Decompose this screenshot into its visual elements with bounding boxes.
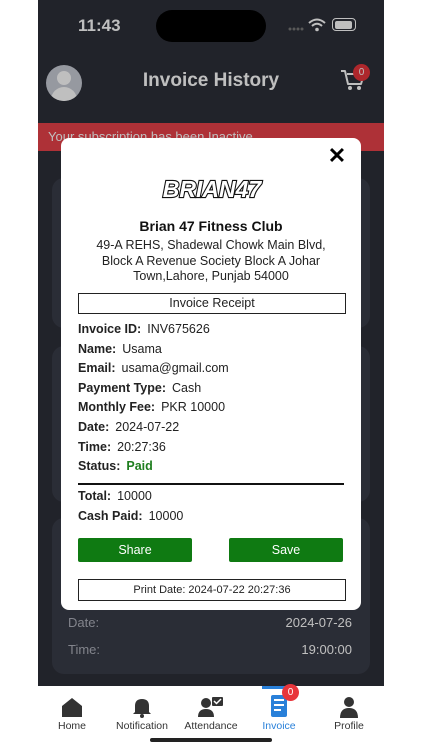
tab-profile[interactable]: Profile [316,690,382,732]
invoice-tab-badge: 0 [282,684,299,701]
invoice-id-row: Invoice ID: INV675626 [78,322,210,336]
print-date: Print Date: 2024-07-22 20:27:36 [78,579,346,601]
monthly-fee-row: Monthly Fee: PKR 10000 [78,400,226,414]
profile-icon [340,697,358,718]
brand-logo: BRIAN47 [162,176,264,202]
attendance-icon [198,697,223,717]
tab-invoice[interactable]: Invoice [246,690,312,732]
tab-attendance[interactable]: Attendance [178,690,244,732]
email-row: Email: usama@gmail.com [78,361,229,375]
tab-home[interactable]: Home [39,690,105,732]
app-screen: 11:43 Invoice History 0 Your subscriptio… [38,0,384,750]
divider [78,483,344,485]
total-row: Total: 10000 [78,489,152,503]
tab-notification[interactable]: Notification [109,690,175,732]
receipt-title: Invoice Receipt [78,293,346,314]
payment-type-row: Payment Type: Cash [78,381,202,395]
date-row: Date: 2024-07-22 [78,420,180,434]
share-button[interactable]: Share [78,538,192,562]
home-icon [62,698,82,717]
save-button[interactable]: Save [229,538,343,562]
home-indicator[interactable] [150,738,272,742]
club-address: 49-A REHS, Shadewal Chowk Main Blvd, Blo… [96,238,326,283]
club-name: Brian 47 Fitness Club [139,218,283,234]
name-row: Name: Usama [78,342,162,356]
status-badge: Paid [126,459,153,473]
time-row: Time: 20:27:36 [78,440,166,454]
close-icon[interactable]: ✕ [327,145,347,167]
bell-icon [133,699,151,718]
svg-text:BRIAN47: BRIAN47 [163,176,263,202]
cash-paid-row: Cash Paid: 10000 [78,509,184,523]
invoice-receipt-modal: ✕ BRIAN47 Brian 47 Fitness Club 49-A REH… [61,138,361,610]
status-row: Status: Paid [78,459,153,473]
